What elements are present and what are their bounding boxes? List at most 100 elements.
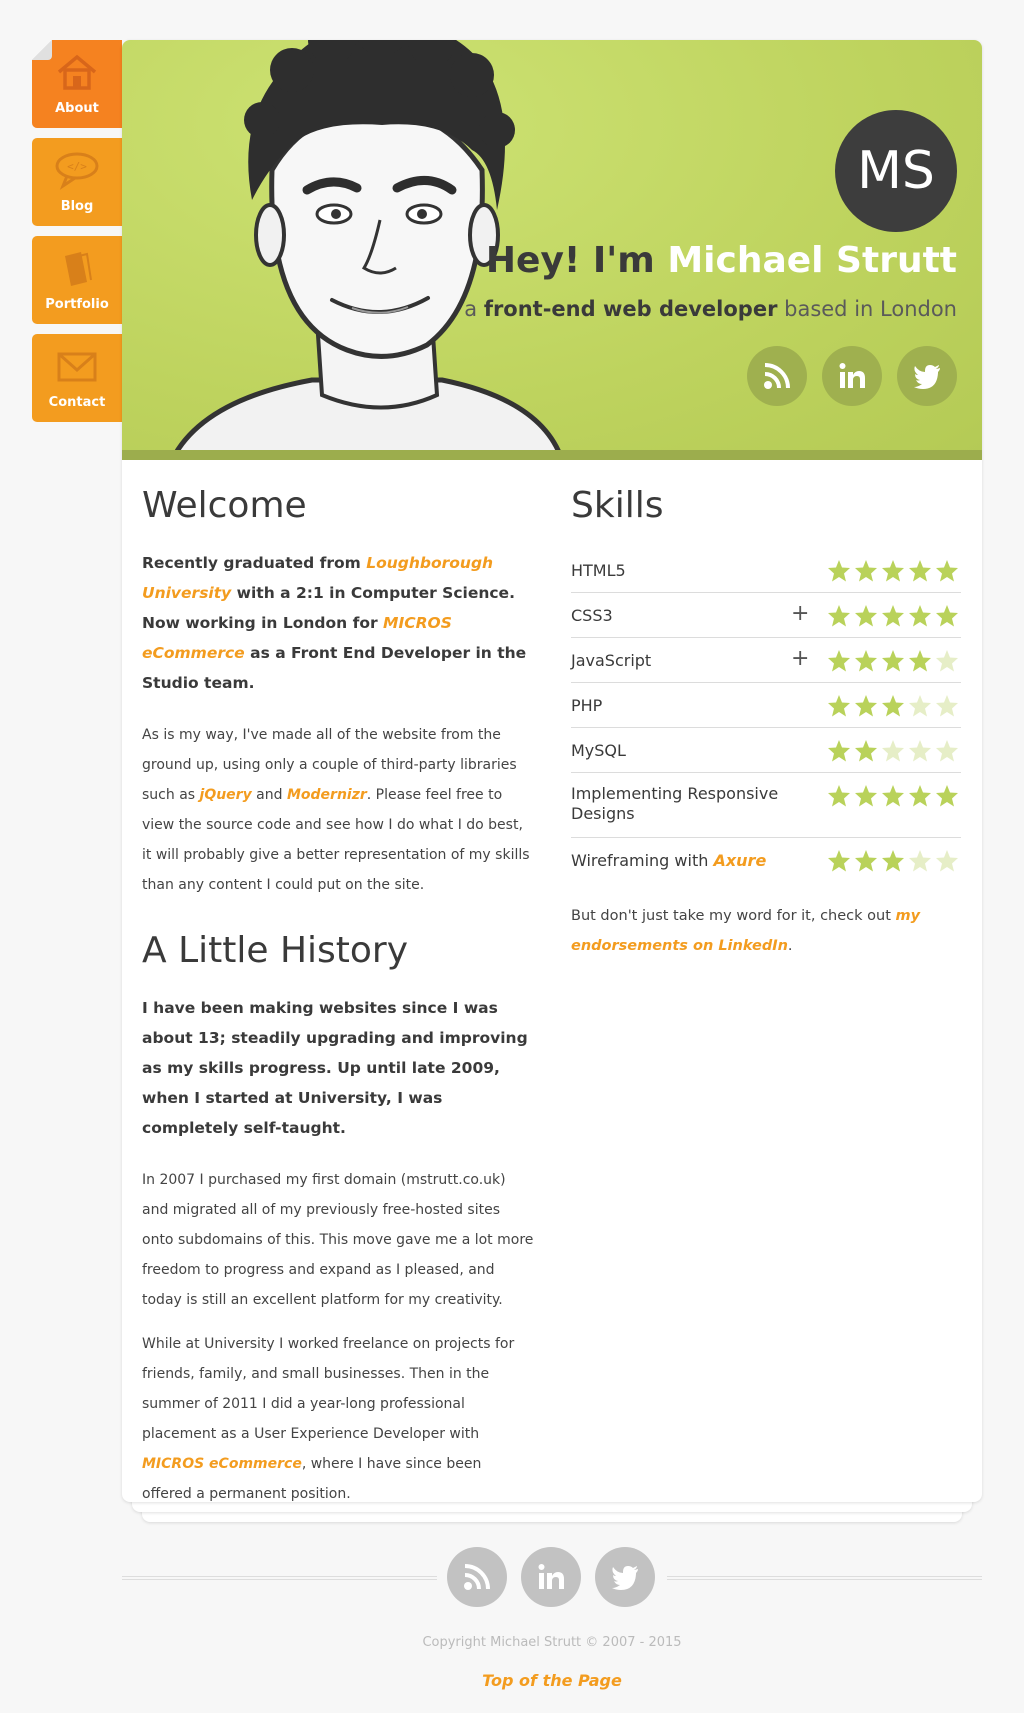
top-of-page-link[interactable]: Top of the Page [482, 1671, 622, 1690]
hero-social-links [747, 346, 957, 406]
nav-item-contact[interactable]: Contact [32, 334, 122, 422]
skill-row[interactable]: JavaScript + [571, 638, 961, 683]
skill-name: PHP [571, 696, 602, 715]
linkedin-link[interactable] [521, 1547, 581, 1607]
skill-name: MySQL [571, 741, 626, 760]
tagline-prefix: a [464, 297, 478, 321]
nav-label: Blog [60, 199, 94, 214]
modernizr-link[interactable]: Modernizr [287, 787, 367, 803]
star-icon [882, 560, 904, 582]
book-icon [65, 252, 92, 286]
star-icon [828, 785, 850, 807]
axure-link[interactable]: Axure [713, 851, 766, 870]
page-fold [32, 40, 52, 60]
linkedin-link[interactable] [822, 346, 882, 406]
welcome-heading: Welcome [142, 485, 307, 526]
nav-item-portfolio[interactable]: Portfolio [32, 236, 122, 324]
hero-name: Michael Strutt [667, 240, 957, 281]
skill-row: Wireframing with Axure [571, 838, 961, 883]
skill-label: Wireframing with [571, 851, 709, 870]
hero-tagline: a front-end web developer based in Londo… [464, 297, 957, 321]
skill-label: PHP [571, 696, 603, 715]
star-icon [828, 740, 850, 762]
copyright-text: Copyright Michael Strutt © 2007 - 2015 [422, 1635, 682, 1650]
history-heading: A Little History [142, 930, 409, 971]
expand-plus-icon[interactable]: + [791, 646, 809, 671]
star-rating [827, 694, 959, 718]
welcome-section: Welcome Recently graduated from Loughbor… [142, 485, 534, 1523]
hero-bottom-strip [122, 450, 982, 460]
nav-item-about[interactable]: About [32, 40, 122, 128]
history-section: A Little History I have been making webs… [142, 930, 534, 1509]
star-icon [909, 560, 931, 582]
twitter-link[interactable] [595, 1547, 655, 1607]
star-rating [827, 739, 959, 763]
body-text: But don't just take my word for it, chec… [571, 908, 891, 924]
star-icon [936, 560, 958, 582]
nav-item-blog[interactable]: </> Blog [32, 138, 122, 226]
star-icon [828, 605, 850, 627]
footer-divider [122, 1576, 437, 1580]
star-icon [855, 605, 877, 627]
micros-link[interactable]: MICROS eCommerce [142, 1456, 302, 1472]
welcome-lead: Recently graduated from Loughborough Uni… [142, 548, 534, 698]
envelope-icon [57, 352, 97, 382]
skills-section: Skills HTML5 CSS3 + JavaScript + PHP MySQL Impl… [571, 485, 961, 961]
jquery-link[interactable]: jQuery [200, 787, 252, 803]
star-icon [936, 605, 958, 627]
skill-label: CSS3 [571, 606, 613, 625]
star-icon [855, 785, 877, 807]
star-icon [936, 695, 958, 717]
hero-greeting: Hey! I'm Michael Strutt [486, 240, 957, 281]
nav-label: Portfolio [45, 297, 109, 312]
skill-row: PHP [571, 683, 961, 728]
skill-row: HTML5 [571, 548, 961, 593]
skill-name: CSS3 [571, 606, 613, 625]
linkedin-icon [538, 1564, 564, 1589]
skill-label: MySQL [571, 741, 626, 760]
star-icon [855, 740, 877, 762]
star-icon [936, 785, 958, 807]
footer-divider [667, 1576, 982, 1580]
star-icon [936, 850, 958, 872]
star-rating [827, 649, 959, 673]
rss-icon [764, 363, 790, 389]
linkedin-icon [839, 363, 865, 388]
body-text: and [256, 787, 283, 803]
star-icon [882, 695, 904, 717]
expand-plus-icon[interactable]: + [791, 601, 809, 626]
star-icon [828, 650, 850, 672]
twitter-link[interactable] [897, 346, 957, 406]
skill-row[interactable]: CSS3 + [571, 593, 961, 638]
history-lead: I have been making websites since I was … [142, 999, 528, 1137]
welcome-body: As is my way, I've made all of the websi… [142, 720, 534, 900]
twitter-icon [612, 1566, 638, 1590]
star-icon [882, 740, 904, 762]
skill-label: HTML5 [571, 561, 626, 580]
star-rating [827, 849, 959, 873]
nav-label: About [55, 101, 99, 116]
skill-row: Implementing Responsive Designs [571, 773, 961, 838]
rss-icon [464, 1564, 490, 1590]
star-icon [909, 605, 931, 627]
rss-link[interactable] [447, 1547, 507, 1607]
skill-name: JavaScript [571, 651, 651, 670]
star-icon [936, 740, 958, 762]
history-paragraph: In 2007 I purchased my first domain (mst… [142, 1172, 534, 1308]
top-link-wrap: Top of the Page [0, 1671, 1024, 1690]
lead-text: Recently graduated from [142, 554, 361, 572]
star-icon [828, 695, 850, 717]
monogram-avatar: MS [835, 110, 957, 232]
tagline-suffix: based in London [784, 297, 957, 321]
twitter-icon [914, 365, 940, 389]
star-icon [909, 850, 931, 872]
star-icon [855, 850, 877, 872]
star-icon [882, 785, 904, 807]
star-icon [882, 650, 904, 672]
skills-list: HTML5 CSS3 + JavaScript + PHP MySQL Implementin… [571, 548, 961, 883]
star-icon [828, 560, 850, 582]
rss-link[interactable] [747, 346, 807, 406]
body-text: While at University I worked freelance o… [142, 1336, 515, 1442]
star-icon [855, 560, 877, 582]
skill-row: MySQL [571, 728, 961, 773]
